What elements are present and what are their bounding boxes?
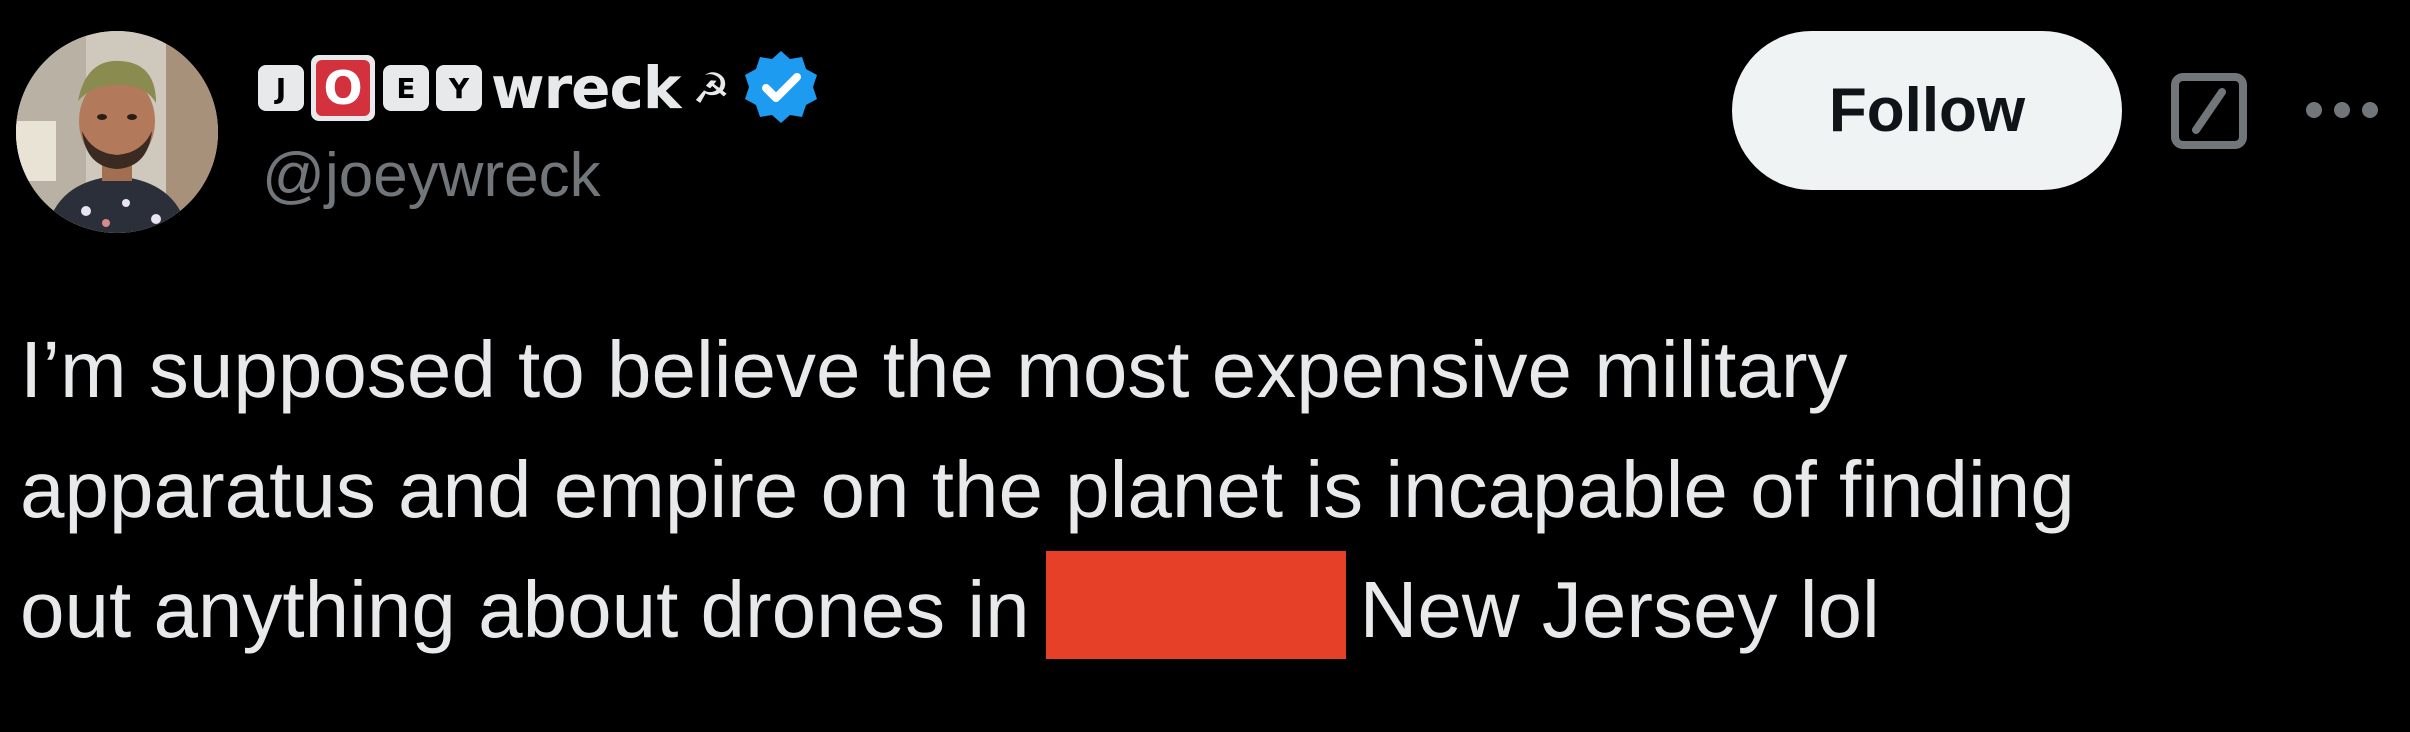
name-key-o-label: O (316, 60, 370, 116)
more-options-icon[interactable] (2304, 96, 2380, 124)
avatar-photo (16, 31, 218, 233)
name-key-y: Y (436, 65, 482, 111)
display-name[interactable]: J O E Y wreck ☭ (258, 48, 822, 128)
tweet-line-2: apparatus and empire on the planet is in… (20, 445, 2075, 534)
tweet-line-3-before: out anything about drones in (20, 565, 1030, 654)
name-key-o: O (311, 55, 375, 121)
follow-button[interactable]: Follow (1732, 31, 2122, 190)
user-handle[interactable]: @joeywreck (262, 140, 601, 211)
verified-badge-icon[interactable] (740, 47, 822, 129)
tweet-line-3-after: New Jersey lol (1359, 565, 1880, 654)
avatar[interactable] (16, 31, 218, 233)
name-key-e: E (383, 65, 429, 111)
display-name-text: wreck (491, 54, 681, 122)
tweet-text: I’m supposed to believe the most expensi… (20, 310, 2380, 670)
grok-icon[interactable] (2170, 72, 2248, 150)
redaction-box (1045, 551, 1346, 659)
tweet-line-3: out anything about drones in New Jersey l… (20, 550, 2380, 670)
tweet-line-1: I’m supposed to believe the most expensi… (20, 325, 1848, 414)
hammer-sickle-emoji: ☭ (692, 63, 731, 113)
name-key-j: J (258, 65, 304, 111)
